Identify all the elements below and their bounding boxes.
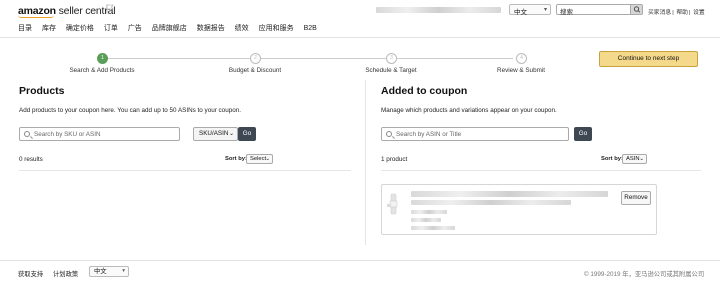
product-count: 1 product xyxy=(381,156,408,163)
footer-link-support[interactable]: 获取支持 xyxy=(18,269,43,278)
nav-item-advertising[interactable]: 广告 xyxy=(128,25,142,32)
buyer-messages-link[interactable]: 买家消息 xyxy=(648,10,671,16)
product-thumbnail xyxy=(387,193,398,215)
nav-item-catalog[interactable]: 目录 xyxy=(18,25,32,32)
nav-divider xyxy=(0,37,720,38)
continue-next-step-button[interactable]: Continue to next step xyxy=(599,51,698,67)
search-button[interactable] xyxy=(631,4,643,15)
redacted-account-info xyxy=(376,7,501,13)
flag-icon[interactable] xyxy=(106,4,114,14)
step-label-search-add: Search & Add Products xyxy=(69,67,135,74)
products-list-divider xyxy=(19,170,351,171)
step-indicator-schedule: 3 xyxy=(386,53,397,64)
chevron-down-icon: ▾ xyxy=(122,268,125,274)
nav-item-b2b[interactable]: B2B xyxy=(304,25,317,32)
footer-language-select[interactable]: 中文 ▾ xyxy=(89,266,129,277)
coupon-list-divider xyxy=(381,170,701,171)
chevron-down-icon: ⌄ xyxy=(228,131,234,137)
nav-item-pricing[interactable]: 确定价格 xyxy=(66,25,94,32)
product-search-input[interactable]: Search by SKU or ASIN xyxy=(19,127,180,141)
search-type-select[interactable]: SKU/ASIN ⌄ xyxy=(193,127,238,141)
header-search-input[interactable]: 搜索 xyxy=(556,4,631,16)
nav-item-apps-services[interactable]: 应用和服务 xyxy=(259,25,294,32)
nav-item-inventory[interactable]: 库存 xyxy=(42,25,56,32)
sort-by-label: Sort by: xyxy=(225,156,247,162)
sort-by-label: Sort by: xyxy=(601,156,623,162)
search-icon xyxy=(633,6,641,13)
help-link[interactable]: 帮助 xyxy=(676,10,688,16)
nav-item-stores[interactable]: 品牌旗舰店 xyxy=(152,25,187,32)
redacted-asin xyxy=(411,210,447,214)
step-progress-line xyxy=(103,58,513,59)
redacted-product-title xyxy=(411,191,608,197)
main-nav: 目录 库存 确定价格 订单 广告 品牌旗舰店 数据报告 绩效 应用和服务 B2B xyxy=(18,23,325,33)
chevron-down-icon: ⌄ xyxy=(265,156,270,162)
step-indicator-budget: 2 xyxy=(250,53,261,64)
search-icon xyxy=(24,131,30,137)
copyright-text: © 1999-2019 年，亚马逊公司或其附属公司 xyxy=(584,271,705,278)
remove-product-button[interactable]: Remove xyxy=(621,191,651,205)
redacted-product-title-line-2 xyxy=(411,200,571,205)
coupon-description: Manage which products and variations app… xyxy=(381,107,557,114)
panel-divider xyxy=(365,80,366,245)
language-select[interactable]: 中文 ▾ xyxy=(509,4,551,16)
results-count: 0 results xyxy=(19,156,43,163)
nav-item-reports[interactable]: 数据报告 xyxy=(197,25,225,32)
step-indicator-review: 4 xyxy=(516,53,527,64)
step-label-review: Review & Submit xyxy=(497,67,545,74)
redacted-price xyxy=(411,226,455,230)
coupon-search-input[interactable]: Search by ASIN or Title xyxy=(381,127,569,141)
coupon-sort-select[interactable]: ASIN ⌄ xyxy=(622,154,647,164)
redacted-sku xyxy=(411,218,441,222)
step-indicator-search-add: 1 xyxy=(97,53,108,64)
footer-divider xyxy=(0,260,720,261)
settings-link[interactable]: 设置 xyxy=(693,10,705,16)
logo-smile-icon xyxy=(18,15,54,18)
nav-item-performance[interactable]: 绩效 xyxy=(235,25,249,32)
coupon-search-go-button[interactable]: Go xyxy=(574,127,592,141)
products-heading: Products xyxy=(19,85,65,97)
step-label-budget: Budget & Discount xyxy=(228,67,282,74)
chevron-down-icon: ▾ xyxy=(543,7,547,13)
added-to-coupon-heading: Added to coupon xyxy=(381,85,468,97)
search-icon xyxy=(386,131,392,137)
header-links: 买家消息| 帮助| 设置 xyxy=(648,10,705,16)
footer-link-policies[interactable]: 计划政策 xyxy=(53,269,78,278)
chevron-down-icon: ⌄ xyxy=(639,156,644,162)
nav-item-orders[interactable]: 订单 xyxy=(104,25,118,32)
products-description: Add products to your coupon here. You ca… xyxy=(19,107,241,114)
step-label-schedule: Schedule & Target xyxy=(365,67,417,74)
product-search-go-button[interactable]: Go xyxy=(238,127,256,141)
products-sort-select[interactable]: Select ⌄ xyxy=(246,154,273,164)
